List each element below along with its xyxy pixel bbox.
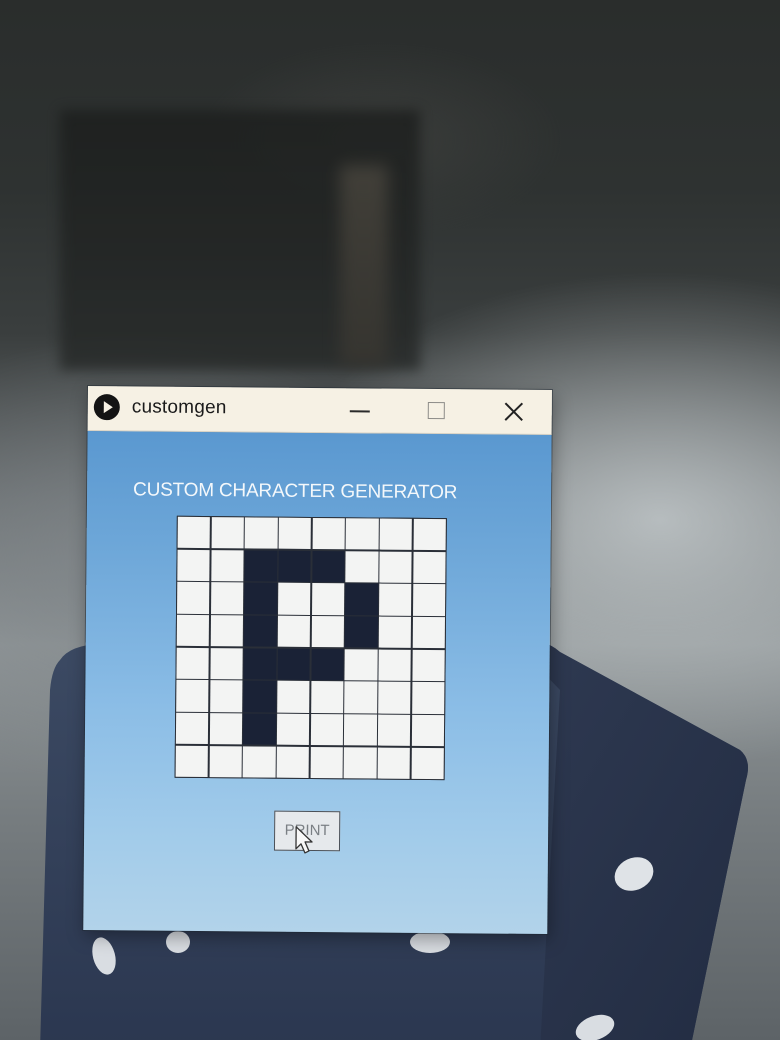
grid-cell-r2-c5[interactable] bbox=[345, 583, 378, 616]
grid-cell-r7-c2[interactable] bbox=[242, 746, 276, 778]
grid-cell-r0-c0[interactable] bbox=[177, 516, 211, 549]
grid-cell-r1-c2[interactable] bbox=[244, 550, 278, 582]
grid-cell-r4-c1[interactable] bbox=[210, 647, 243, 680]
grid-cell-r4-c7[interactable] bbox=[412, 649, 445, 682]
grid-cell-r0-c1[interactable] bbox=[211, 517, 244, 549]
grid-cell-r2-c1[interactable] bbox=[210, 582, 244, 614]
grid-cell-r6-c6[interactable] bbox=[377, 714, 411, 747]
grid-cell-r0-c3[interactable] bbox=[278, 517, 312, 550]
grid-cell-r6-c5[interactable] bbox=[344, 714, 377, 746]
grid-cell-r3-c2[interactable] bbox=[244, 615, 277, 647]
grid-cell-r6-c7[interactable] bbox=[411, 714, 445, 747]
background-light-bar bbox=[340, 165, 388, 365]
grid-cell-r6-c2[interactable] bbox=[243, 713, 276, 745]
grid-cell-r3-c5[interactable] bbox=[345, 616, 378, 648]
grid-cell-r6-c0[interactable] bbox=[175, 712, 209, 745]
grid-cell-r3-c3[interactable] bbox=[277, 615, 311, 648]
app-window: customgen CUSTOM CHARACTER GENERATOR PRI… bbox=[83, 386, 552, 935]
grid-cell-r3-c0[interactable] bbox=[176, 614, 210, 647]
grid-cell-r3-c7[interactable] bbox=[412, 616, 445, 649]
grid-cell-r7-c0[interactable] bbox=[175, 745, 209, 778]
grid-cell-r7-c3[interactable] bbox=[276, 746, 310, 778]
grid-cell-r6-c4[interactable] bbox=[310, 714, 344, 746]
grid-cell-r1-c5[interactable] bbox=[345, 550, 379, 583]
grid-cell-r5-c6[interactable] bbox=[378, 681, 411, 714]
grid-cell-r5-c7[interactable] bbox=[411, 682, 445, 714]
grid-cell-r3-c4[interactable] bbox=[311, 616, 344, 648]
grid-cell-r2-c2[interactable] bbox=[244, 582, 277, 615]
pixel-grid bbox=[174, 515, 447, 781]
grid-cell-r3-c1[interactable] bbox=[210, 615, 243, 647]
play-circle-icon bbox=[93, 394, 120, 421]
grid-cell-r0-c5[interactable] bbox=[346, 518, 379, 550]
grid-cell-r4-c3[interactable] bbox=[277, 648, 310, 680]
grid-cell-r5-c3[interactable] bbox=[277, 681, 310, 713]
grid-cell-r2-c0[interactable] bbox=[177, 582, 210, 614]
window-title: customgen bbox=[131, 396, 227, 419]
app-heading: CUSTOM CHARACTER GENERATOR bbox=[133, 479, 458, 504]
grid-cell-r4-c6[interactable] bbox=[378, 649, 412, 681]
minimize-icon bbox=[349, 410, 370, 413]
grid-cell-r4-c0[interactable] bbox=[176, 647, 209, 680]
maximize-button[interactable] bbox=[400, 389, 470, 434]
grid-cell-r5-c4[interactable] bbox=[310, 681, 344, 713]
grid-cell-r7-c7[interactable] bbox=[411, 747, 444, 780]
grid-cell-r0-c4[interactable] bbox=[312, 517, 345, 550]
grid-cell-r5-c5[interactable] bbox=[344, 681, 378, 714]
client-area: CUSTOM CHARACTER GENERATOR PRINT bbox=[83, 430, 552, 935]
maximize-icon bbox=[427, 401, 445, 420]
grid-cell-r1-c1[interactable] bbox=[210, 549, 244, 582]
grid-cell-r2-c6[interactable] bbox=[379, 583, 412, 616]
grid-cell-r4-c2[interactable] bbox=[243, 648, 277, 680]
grid-cell-r3-c6[interactable] bbox=[378, 616, 412, 649]
grid-cell-r4-c5[interactable] bbox=[344, 649, 378, 681]
mouse-pointer-icon bbox=[295, 826, 313, 854]
grid-cell-r6-c3[interactable] bbox=[276, 713, 310, 746]
grid-cell-r5-c0[interactable] bbox=[176, 680, 209, 712]
grid-cell-r2-c3[interactable] bbox=[278, 583, 311, 615]
grid-cell-r4-c4[interactable] bbox=[311, 648, 344, 681]
grid-cell-r7-c6[interactable] bbox=[377, 747, 411, 779]
grid-cell-r6-c1[interactable] bbox=[209, 713, 243, 745]
grid-cell-r0-c6[interactable] bbox=[379, 518, 413, 551]
grid-cell-r1-c3[interactable] bbox=[278, 550, 311, 582]
grid-cell-r2-c7[interactable] bbox=[412, 584, 446, 616]
close-button[interactable] bbox=[478, 389, 548, 434]
grid-cell-r5-c2[interactable] bbox=[243, 680, 276, 713]
grid-cell-r1-c0[interactable] bbox=[177, 549, 210, 581]
grid-cell-r0-c7[interactable] bbox=[413, 518, 446, 551]
close-icon bbox=[504, 402, 524, 422]
title-bar: customgen bbox=[87, 386, 552, 436]
grid-cell-r2-c4[interactable] bbox=[311, 583, 345, 615]
grid-cell-r1-c4[interactable] bbox=[312, 550, 345, 583]
grid-cell-r5-c1[interactable] bbox=[209, 680, 243, 712]
grid-cell-r0-c2[interactable] bbox=[244, 517, 278, 549]
minimize-button[interactable] bbox=[326, 388, 396, 433]
grid-cell-r7-c5[interactable] bbox=[344, 747, 377, 779]
grid-cell-r1-c7[interactable] bbox=[413, 551, 446, 584]
grid-cell-r7-c4[interactable] bbox=[310, 746, 343, 779]
grid-cell-r1-c6[interactable] bbox=[379, 551, 412, 583]
grid-cell-r7-c1[interactable] bbox=[209, 745, 242, 778]
